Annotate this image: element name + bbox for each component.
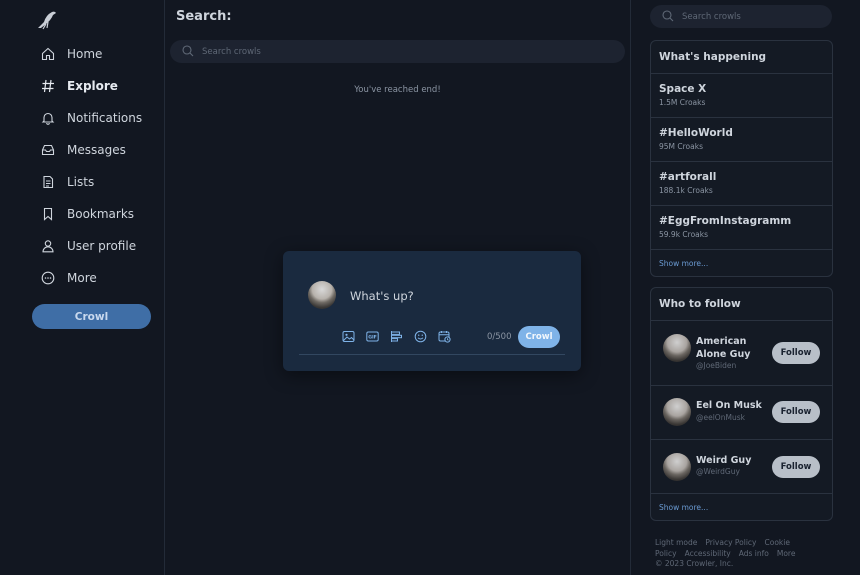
end-of-feed-text: You've reached end! [354,85,441,95]
who-to-follow-panel: Who to follow American Alone Guy @JoeBid… [650,287,833,521]
avatar [308,281,336,309]
search-icon [182,42,194,61]
right-search-bar[interactable] [650,5,832,28]
sidebar-item-label: Lists [67,175,95,189]
user-handle: @JoeBiden [696,361,737,370]
avatar [663,398,691,426]
gif-icon[interactable]: GIF [365,329,379,343]
follow-button[interactable]: Follow [772,456,820,478]
bell-icon [40,111,55,126]
hash-icon [40,79,55,94]
trend-item[interactable]: #EggFromInstagramm 59.9k Croaks [651,206,832,250]
sidebar-item-label: User profile [67,239,137,253]
image-icon[interactable] [341,329,355,343]
trend-count: 188.1k Croaks [659,186,713,195]
sidebar-item-bookmarks[interactable]: Bookmarks [40,203,134,225]
trend-count: 95M Croaks [659,142,703,151]
footer: Light mode Privacy Policy Cookie Policy Acc… [655,538,835,570]
sidebar-item-explore[interactable]: Explore [40,75,118,97]
trend-item[interactable]: #artforall 188.1k Croaks [651,162,832,206]
copyright: © 2023 Crowler, Inc. [655,559,734,568]
more-icon [40,271,55,286]
search-input[interactable] [682,11,812,22]
crow-logo-icon[interactable] [36,10,58,30]
user-handle: @WeirdGuy [696,467,740,476]
user-name: American Alone Guy [696,336,751,360]
sidebar-item-user-profile[interactable]: User profile [40,235,136,257]
poll-icon[interactable] [389,329,403,343]
user-name: Eel On Musk [696,400,762,411]
page-title: Search: [176,9,232,24]
schedule-icon[interactable] [437,329,451,343]
footer-link-ads-info[interactable]: Ads info [739,549,769,558]
follow-suggestion[interactable]: American Alone Guy @JoeBiden Follow [651,321,832,386]
footer-link-privacy-policy[interactable]: Privacy Policy [705,538,756,547]
right-column: What's happening Space X 1.5M Croaks #He… [631,0,860,575]
panel-title: Who to follow [651,288,832,321]
list-icon [40,175,55,190]
trend-count: 59.9k Croaks [659,230,709,239]
user-icon [40,239,55,254]
sidebar-item-label: Explore [67,79,118,93]
compose-modal: GIF 0/500 Crowl [283,251,581,371]
user-name: Weird Guy [696,455,752,466]
compose-divider [299,354,565,355]
show-more-link[interactable]: Show more... [651,250,832,276]
trend-name: #HelloWorld [659,127,733,139]
show-more-link[interactable]: Show more... [651,494,832,520]
sidebar: Home Explore Notifications Messages List… [0,0,165,575]
sidebar-item-lists[interactable]: Lists [40,171,94,193]
inbox-icon [40,143,55,158]
compose-crowl-button[interactable]: Crowl [518,326,560,348]
sidebar-item-notifications[interactable]: Notifications [40,107,142,129]
sidebar-item-messages[interactable]: Messages [40,139,126,161]
sidebar-item-label: Bookmarks [67,207,135,221]
trend-item[interactable]: Space X 1.5M Croaks [651,74,832,118]
sidebar-item-label: Notifications [67,111,143,125]
panel-title: What's happening [651,41,832,74]
avatar [663,334,691,362]
sidebar-item-label: Messages [67,143,126,157]
trend-name: #artforall [659,171,717,183]
character-counter: 0/500 [487,332,512,342]
follow-button[interactable]: Follow [772,342,820,364]
trend-name: Space X [659,83,707,95]
footer-link-accessibility[interactable]: Accessibility [685,549,731,558]
bookmark-icon [40,207,55,222]
avatar [663,453,691,481]
sidebar-item-label: Home [67,47,103,61]
emoji-icon[interactable] [413,329,427,343]
footer-link-light-mode[interactable]: Light mode [655,538,697,547]
search-icon [662,7,674,26]
footer-link-more[interactable]: More [777,549,796,558]
main-search-bar[interactable] [170,40,625,63]
whats-happening-panel: What's happening Space X 1.5M Croaks #He… [650,40,833,277]
follow-suggestion[interactable]: Weird Guy @WeirdGuy Follow [651,440,832,494]
trend-name: #EggFromInstagramm [659,215,792,227]
user-handle: @eelOnMusk [696,413,745,422]
sidebar-item-more[interactable]: More [40,267,97,289]
svg-text:GIF: GIF [368,334,377,340]
compose-input[interactable] [350,289,550,303]
search-input[interactable] [202,46,582,57]
trend-item[interactable]: #HelloWorld 95M Croaks [651,118,832,162]
sidebar-item-label: More [67,271,97,285]
home-icon [40,47,55,62]
follow-suggestion[interactable]: Eel On Musk @eelOnMusk Follow [651,386,832,440]
crowl-button[interactable]: Crowl [32,304,151,329]
follow-button[interactable]: Follow [772,401,820,423]
trend-count: 1.5M Croaks [659,98,706,107]
sidebar-item-home[interactable]: Home [40,43,102,65]
